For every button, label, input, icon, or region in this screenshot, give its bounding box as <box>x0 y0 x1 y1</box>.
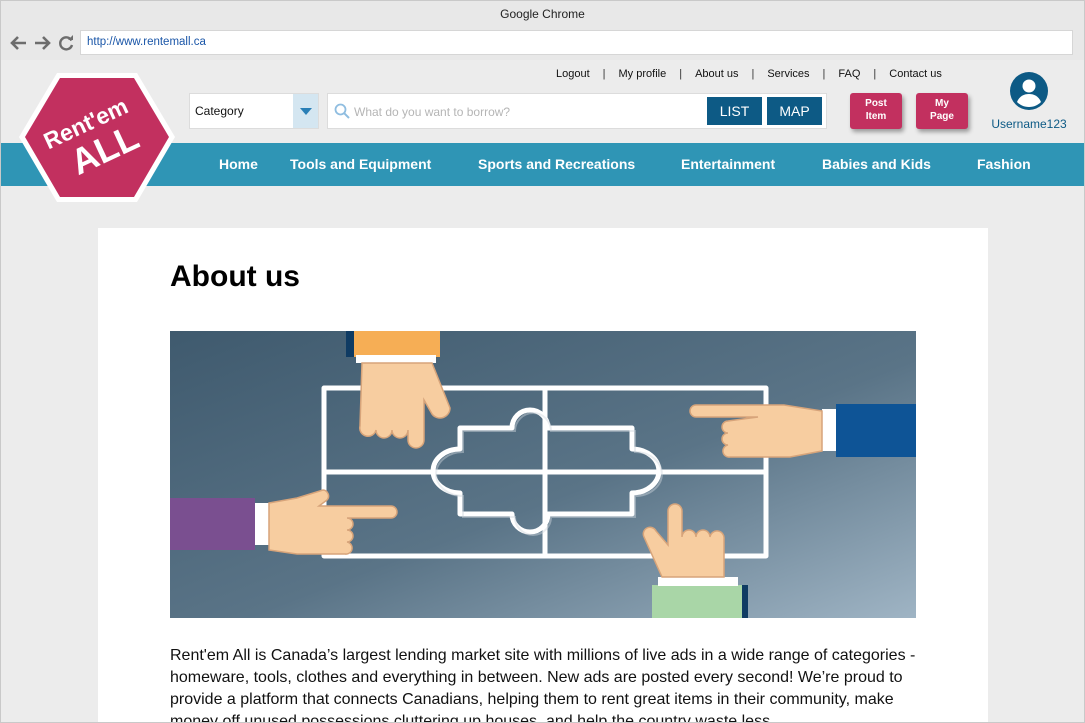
url-field[interactable]: http://www.rentemall.ca <box>80 30 1073 55</box>
address-bar-area: http://www.rentemall.ca <box>1 28 1084 60</box>
menu-item-home[interactable]: Home <box>219 143 258 186</box>
username-label: Username123 <box>991 117 1067 131</box>
page-title: About us <box>170 260 300 293</box>
menu-item-tools-and-equipment[interactable]: Tools and Equipment <box>290 143 431 186</box>
forward-arrow-icon[interactable] <box>31 32 53 54</box>
contact-us-link[interactable]: Contact us <box>889 68 942 80</box>
user-account[interactable]: Username123 <box>989 72 1069 131</box>
puzzle-hands-illustration <box>170 331 916 618</box>
about-panel: About us Rent'em All is Canada’s largest… <box>98 228 988 722</box>
post-item-label-line1: Post <box>865 98 887 109</box>
about-us-link[interactable]: About us <box>695 68 738 80</box>
search-input[interactable] <box>352 102 706 122</box>
chevron-down-icon[interactable] <box>293 94 318 128</box>
window-title: Google Chrome <box>1 1 1084 28</box>
browser-window: Google Chrome http://www.rentemall.ca Lo… <box>0 0 1085 723</box>
my-page-label-line1: My <box>935 98 949 109</box>
user-avatar-icon[interactable] <box>1010 72 1048 110</box>
web-page: Logout | My profile | About us | Services | FAQ |… <box>1 60 1084 722</box>
map-button[interactable]: MAP <box>767 97 822 125</box>
top-links: Logout | My profile | About us | Services | FAQ |… <box>556 68 942 80</box>
menu-item-entertainment[interactable]: Entertainment <box>681 143 775 186</box>
reload-icon[interactable] <box>55 32 77 54</box>
post-item-button[interactable]: Post Item <box>850 93 902 129</box>
my-page-label-line2: Page <box>930 111 954 122</box>
search-bar: LIST MAP <box>327 93 827 129</box>
site-logo[interactable]: Rent'em ALL <box>17 70 177 205</box>
menu-item-sports-and-recreations[interactable]: Sports and Recreations <box>478 143 635 186</box>
category-select-label: Category <box>195 104 244 118</box>
post-item-label-line2: Item <box>865 111 887 122</box>
logout-link[interactable]: Logout <box>556 68 590 80</box>
my-profile-link[interactable]: My profile <box>619 68 667 80</box>
about-paragraph: Rent'em All is Canada’s largest lending … <box>170 647 916 722</box>
menu-item-fashion[interactable]: Fashion <box>977 143 1031 186</box>
services-link[interactable]: Services <box>767 68 809 80</box>
faq-link[interactable]: FAQ <box>838 68 860 80</box>
category-select[interactable]: Category <box>189 93 319 129</box>
my-page-button[interactable]: My Page <box>916 93 968 129</box>
list-button[interactable]: LIST <box>707 97 762 125</box>
menu-item-babies-and-kids[interactable]: Babies and Kids <box>822 143 931 186</box>
back-arrow-icon[interactable] <box>8 32 30 54</box>
search-icon <box>334 103 350 119</box>
